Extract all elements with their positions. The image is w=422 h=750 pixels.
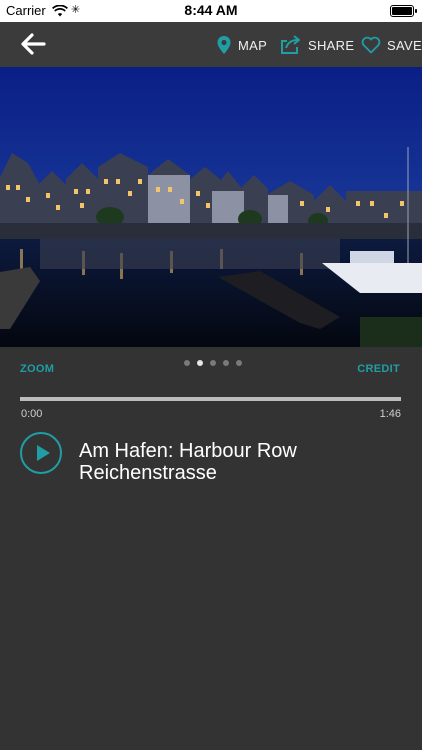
- page-dot[interactable]: [223, 360, 229, 366]
- save-label: SAVE: [387, 37, 422, 53]
- play-button[interactable]: [20, 432, 62, 474]
- stop-title-line2: Reichenstrasse: [79, 462, 217, 484]
- stop-title: Am Hafen: Harbour Row Reichenstrasse: [79, 440, 399, 484]
- credit-button[interactable]: CREDIT: [357, 363, 400, 375]
- save-button[interactable]: SAVE: [361, 34, 422, 56]
- status-time: 8:44 AM: [184, 2, 238, 18]
- total-time: 1:46: [379, 408, 401, 420]
- map-pin-icon: [217, 36, 231, 54]
- page-dot[interactable]: [210, 360, 216, 366]
- page-dot[interactable]: [236, 360, 242, 366]
- heart-icon: [361, 36, 381, 54]
- status-bar: Carrier ✳ 8:44 AM: [0, 0, 422, 22]
- top-nav-bar: MAP SHARE SAVE: [0, 22, 422, 67]
- harbour-photo[interactable]: [0, 67, 422, 347]
- zoom-button[interactable]: ZOOM: [20, 363, 54, 375]
- gallery-page-indicator[interactable]: [184, 360, 242, 366]
- stop-title-line1: Am Hafen: Harbour Row: [79, 440, 297, 462]
- back-arrow-icon: [21, 33, 46, 55]
- audio-progress-bar[interactable]: [20, 397, 401, 401]
- map-button[interactable]: MAP: [216, 34, 267, 56]
- page-dot[interactable]: [184, 360, 190, 366]
- play-icon: [37, 445, 50, 461]
- map-label: MAP: [238, 37, 268, 53]
- share-button[interactable]: SHARE: [280, 34, 354, 56]
- page-dot-active[interactable]: [197, 360, 203, 366]
- share-icon: [281, 35, 300, 54]
- elapsed-time: 0:00: [21, 408, 43, 420]
- battery-icon: [390, 5, 417, 17]
- back-button[interactable]: [20, 33, 46, 55]
- player-panel: ZOOM CREDIT 0:00 1:46 Am Hafen: Harbour …: [0, 347, 422, 750]
- share-label: SHARE: [308, 37, 355, 53]
